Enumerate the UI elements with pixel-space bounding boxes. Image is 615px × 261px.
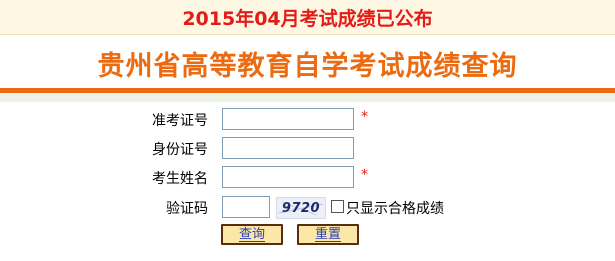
page-title: 贵州省高等教育自学考试成绩查询: [0, 40, 615, 86]
pass-only-label[interactable]: 只显示合格成绩: [346, 198, 444, 218]
name-field[interactable]: [222, 166, 354, 188]
name-row: 考生姓名 *: [0, 166, 615, 190]
query-button-label: 查询: [238, 226, 265, 242]
id-number-row: 身份证号: [0, 137, 615, 161]
captcha-image[interactable]: 9720: [276, 197, 326, 219]
title-band: [0, 93, 615, 102]
captcha-row: 验证码 9720 只显示合格成绩: [0, 196, 615, 220]
pass-only-checkbox[interactable]: [331, 200, 344, 213]
exam-number-field[interactable]: [222, 108, 354, 130]
id-number-label: 身份证号: [152, 142, 208, 158]
page-title-text: 贵州省高等教育自学考试成绩查询: [97, 50, 518, 82]
reset-button-label: 重置: [314, 226, 341, 242]
captcha-label: 验证码: [166, 201, 208, 217]
announcement-banner: 2015年04月考试成绩已公布: [0, 0, 615, 35]
required-mark: *: [361, 167, 368, 183]
button-row: 查询 重置: [0, 224, 615, 248]
exam-number-label: 准考证号: [152, 113, 208, 129]
announcement-text: 2015年04月考试成绩已公布: [182, 7, 433, 30]
captcha-input[interactable]: [222, 196, 270, 218]
name-label: 考生姓名: [152, 171, 208, 187]
query-button[interactable]: 查询: [221, 224, 283, 245]
required-mark: *: [361, 109, 368, 125]
exam-number-row: 准考证号 *: [0, 108, 615, 132]
captcha-text: 9720: [281, 200, 321, 216]
id-number-field[interactable]: [222, 137, 354, 159]
reset-button[interactable]: 重置: [297, 224, 359, 245]
